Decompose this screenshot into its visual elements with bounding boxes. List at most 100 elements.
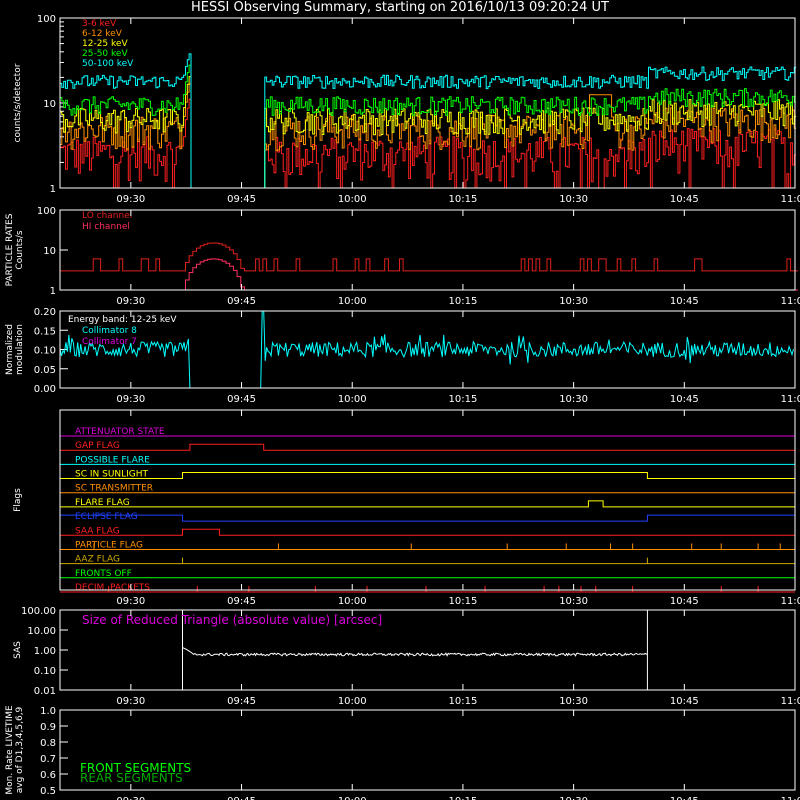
livetime-xtick-label: 09:45 <box>227 796 256 800</box>
flags-xtick-label: 09:30 <box>116 596 145 607</box>
sas-xtick-label: 09:45 <box>227 696 256 707</box>
sas-xtick-label: 10:00 <box>338 696 367 707</box>
particle-xtick-label: 09:45 <box>227 296 256 307</box>
sas-xtick-label: 10:30 <box>559 696 588 707</box>
livetime-ytick-label: 0.7 <box>40 754 56 765</box>
livetime-xtick-label: 11:00 <box>781 796 800 800</box>
flag-line-SAA-FLAG <box>60 528 795 536</box>
modulation-ylabel: Normalized <box>5 324 15 375</box>
modulation-ytick-label: 0.10 <box>34 346 56 357</box>
flags-xtick-label: 09:45 <box>227 596 256 607</box>
livetime-ylabel: Mon. Rate LIVETIME <box>5 705 15 795</box>
particle-ylabel: PARTICLE RATES <box>5 213 15 286</box>
modulation-annotation: Energy band: 12-25 keV <box>68 315 177 325</box>
counts-series-12-25-keV <box>60 76 797 189</box>
sas-ylabel: SAS <box>13 641 23 659</box>
particle-series-HI-channel <box>60 258 798 291</box>
flag-line-GAP-FLAG <box>60 443 795 451</box>
flag-label-SAA-FLAG: SAA FLAG <box>75 526 120 536</box>
modulation-ytick-label: 0.00 <box>34 384 56 395</box>
modulation-xtick-label: 09:45 <box>227 394 256 405</box>
counts-ylabel: counts/s/detector <box>13 63 23 142</box>
flag-label-DECIM-PACKETS: DECIM. PACKETS <box>75 583 150 593</box>
particle-ylabel2: Counts/s <box>15 230 25 269</box>
modulation-xtick-label: 10:00 <box>338 394 367 405</box>
flag-line-ECLIPSE-FLAG <box>59 514 796 522</box>
flag-label-ECLIPSE-FLAG: ECLIPSE FLAG <box>75 512 138 522</box>
flag-label-FLARE-FLAG: FLARE FLAG <box>75 498 130 508</box>
particle-ytick-label: 100 <box>37 206 56 217</box>
flags-xtick-label: 10:45 <box>670 596 699 607</box>
sas-ytick-label: 10.00 <box>27 626 56 637</box>
flags-xtick-label: 10:15 <box>449 596 478 607</box>
livetime-xtick-label: 10:00 <box>338 796 367 800</box>
livetime-ylabel2: avg of D1,3,4,5,6,9 <box>15 706 25 793</box>
modulation-xtick-label: 10:30 <box>559 394 588 405</box>
observing-summary-chart: 110100counts/s/detector3-6 keV6-12 keV12… <box>5 14 800 800</box>
modulation-ylabel2: modulation <box>15 324 25 375</box>
flag-label-GAP-FLAG: GAP FLAG <box>75 441 120 451</box>
modulation-xtick-label: 10:15 <box>449 394 478 405</box>
sas-series <box>182 647 648 657</box>
flag-label-SC-TRANSMITTER: SC TRANSMITTER <box>75 484 153 494</box>
flag-label-ATTENUATOR-STATE: ATTENUATOR STATE <box>75 427 165 437</box>
livetime-xtick-label: 09:30 <box>116 796 145 800</box>
particle-xtick-label: 11:00 <box>781 296 800 307</box>
flags-xtick-label: 10:30 <box>559 596 588 607</box>
counts-legend-6-12-keV: 6-12 keV <box>82 29 123 39</box>
livetime-ytick-label: 1.0 <box>40 706 56 717</box>
modulation-xtick-label: 11:00 <box>781 394 800 405</box>
flag-line-FLARE-FLAG <box>60 500 795 508</box>
particle-xtick-label: 10:00 <box>338 296 367 307</box>
counts-legend-50-100-keV: 50-100 keV <box>82 59 134 69</box>
counts-xtick-label: 09:30 <box>116 194 145 205</box>
particle-xtick-label: 10:45 <box>670 296 699 307</box>
flags-xtick-label: 11:00 <box>781 596 800 607</box>
livetime-ytick-label: 0.6 <box>40 770 56 781</box>
particle-frame <box>59 209 796 291</box>
sas-annotation: Size of Reduced Triangle (absolute value… <box>82 613 382 627</box>
modulation-legend-Collimator-7: Collimator 7 <box>82 337 137 347</box>
counts-ytick-label: 1 <box>50 184 56 195</box>
particle-series-LO-channel <box>60 242 798 272</box>
modulation-legend-Collimator-8: Collimator 8 <box>82 326 137 336</box>
sas-ytick-label: 1.00 <box>34 646 56 657</box>
counts-ytick-label: 100 <box>37 14 56 25</box>
modulation-xtick-label: 09:30 <box>116 394 145 405</box>
counts-ytick-label: 10 <box>43 99 56 110</box>
flag-label-POSSIBLE-FLARE: POSSIBLE FLARE <box>75 455 150 465</box>
flags-ylabel: Flags <box>13 488 23 512</box>
livetime-xtick-label: 10:30 <box>559 796 588 800</box>
counts-legend-12-25-keV: 12-25 keV <box>82 39 128 49</box>
flag-label-AAZ-FLAG: AAZ FLAG <box>75 555 120 565</box>
sas-xtick-label: 10:45 <box>670 696 699 707</box>
counts-xtick-label: 10:00 <box>338 194 367 205</box>
sas-ytick-label: 100.00 <box>21 606 56 617</box>
flag-label-SC-IN-SUNLIGHT: SC IN SUNLIGHT <box>75 470 149 480</box>
sas-xtick-label: 11:00 <box>781 696 800 707</box>
sas-ytick-label: 0.10 <box>34 666 56 677</box>
modulation-ytick-label: 0.20 <box>34 307 56 318</box>
modulation-xtick-label: 10:45 <box>670 394 699 405</box>
counts-xtick-label: 09:45 <box>227 194 256 205</box>
sas-xtick-label: 09:30 <box>116 696 145 707</box>
livetime-xtick-label: 10:15 <box>449 796 478 800</box>
counts-xtick-label: 10:45 <box>670 194 699 205</box>
livetime-ytick-label: 0.9 <box>40 722 56 733</box>
sas-xtick-label: 10:15 <box>449 696 478 707</box>
particle-legend-LO-channel: LO channel <box>82 211 132 221</box>
flag-label-PARTICLE-FLAG: PARTICLE FLAG <box>75 540 143 550</box>
flag-line-SC-IN-SUNLIGHT <box>60 472 795 479</box>
particle-legend-HI-channel: HI channel <box>82 222 130 232</box>
counts-xtick-label: 11:00 <box>781 194 800 205</box>
flags-frame <box>59 409 796 591</box>
modulation-ytick-label: 0.05 <box>34 365 56 376</box>
counts-legend-25-50-keV: 25-50 keV <box>82 49 128 59</box>
flag-label-FRONTS-OFF: FRONTS OFF <box>75 569 132 579</box>
flags-xtick-label: 10:00 <box>338 596 367 607</box>
particle-ytick-label: 1 <box>50 286 56 297</box>
particle-xtick-label: 09:30 <box>116 296 145 307</box>
livetime-legend-REAR-SEGMENTS: REAR SEGMENTS <box>80 771 183 785</box>
sas-ytick-label: 0.01 <box>34 686 56 697</box>
livetime-xtick-label: 10:45 <box>670 796 699 800</box>
